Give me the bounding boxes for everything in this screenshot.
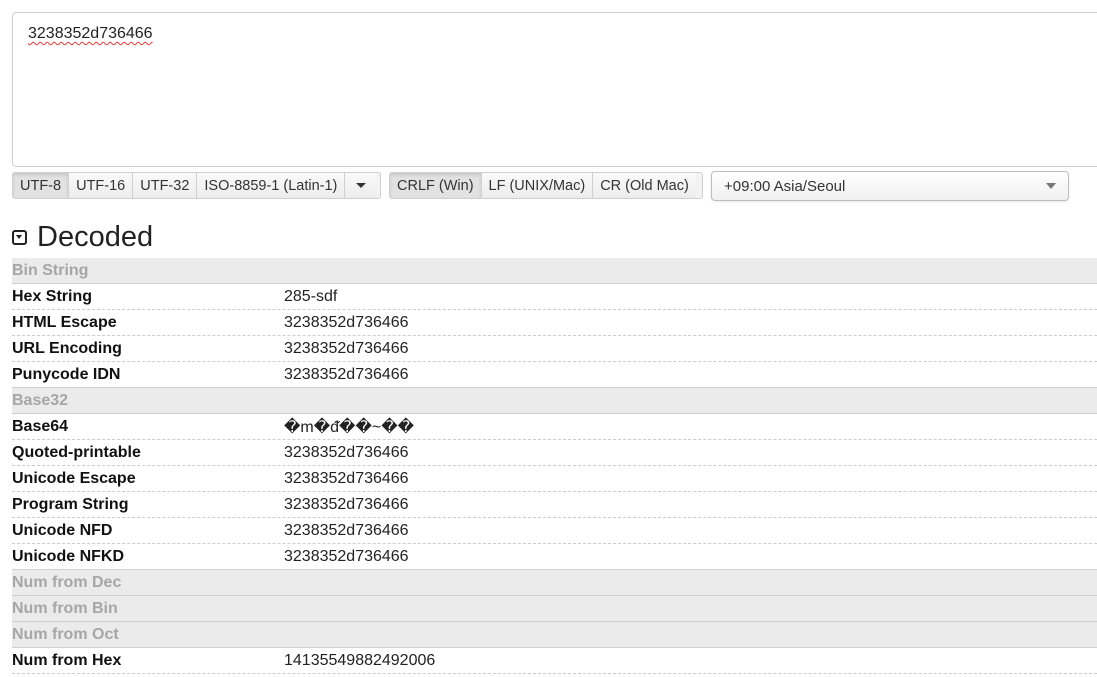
result-label[interactable]: Unicode NFKD bbox=[12, 548, 284, 566]
newline-cr-button[interactable]: CR (Old Mac) bbox=[593, 173, 696, 198]
result-label[interactable]: Base64 bbox=[12, 418, 284, 436]
result-row: HTML Escape 3238352d736466 bbox=[12, 310, 1097, 336]
encoding-latin1-button[interactable]: ISO-8859-1 (Latin-1) bbox=[197, 173, 346, 198]
result-value: 3238352d736466 bbox=[284, 365, 409, 383]
result-row: Num from Bin bbox=[12, 596, 1097, 622]
input-text: 3238352d736466 bbox=[28, 25, 153, 42]
newline-crlf-button[interactable]: CRLF (Win) bbox=[390, 173, 482, 198]
encoding-utf16-button[interactable]: UTF-16 bbox=[69, 173, 134, 198]
result-value: 3238352d736466 bbox=[284, 495, 409, 513]
section-title: Decoded bbox=[37, 220, 154, 253]
result-label[interactable]: HTML Escape bbox=[12, 314, 284, 332]
result-label[interactable]: Unicode Escape bbox=[12, 470, 284, 488]
result-value: 3238352d736466 bbox=[284, 443, 409, 461]
encoding-dropdown-button[interactable] bbox=[345, 173, 378, 198]
encoding-utf32-button[interactable]: UTF-32 bbox=[133, 173, 198, 198]
result-label[interactable]: Num from Hex bbox=[12, 652, 284, 670]
collapse-toggle-icon[interactable] bbox=[12, 229, 27, 245]
result-value: 3238352d736466 bbox=[284, 339, 409, 357]
result-label: Num from Oct bbox=[12, 625, 119, 643]
result-row: Bin String bbox=[12, 258, 1097, 284]
result-value: 3238352d736466 bbox=[284, 313, 409, 331]
input-textarea[interactable]: 3238352d736466 bbox=[12, 12, 1097, 167]
result-row: Num from Oct bbox=[12, 622, 1097, 648]
result-label: Bin String bbox=[12, 261, 89, 279]
decoded-results-list: Bin String Hex String 285-sdf HTML Escape 32… bbox=[12, 258, 1097, 674]
result-label: Num from Dec bbox=[12, 573, 122, 591]
result-row: Punycode IDN 3238352d736466 bbox=[12, 362, 1097, 388]
result-label[interactable]: Quoted-printable bbox=[12, 444, 284, 462]
result-value: 3238352d736466 bbox=[284, 521, 409, 539]
decoded-section-header[interactable]: Decoded bbox=[12, 220, 153, 254]
result-label[interactable]: Punycode IDN bbox=[12, 366, 284, 384]
result-value: �m�ᵭ��~�� bbox=[284, 418, 415, 436]
result-label: Base32 bbox=[12, 391, 69, 409]
encoding-button-group: UTF-8 UTF-16 UTF-32 ISO-8859-1 (Latin-1) bbox=[12, 172, 381, 199]
result-row: Base32 bbox=[12, 388, 1097, 414]
result-row: Quoted-printable 3238352d736466 bbox=[12, 440, 1097, 466]
result-value: 14135549882492006 bbox=[284, 651, 436, 669]
result-value: 3238352d736466 bbox=[284, 469, 409, 487]
caret-down-icon bbox=[356, 183, 367, 188]
newline-lf-button[interactable]: LF (UNIX/Mac) bbox=[481, 173, 594, 198]
result-row: Num from Dec bbox=[12, 570, 1097, 596]
result-label: Num from Bin bbox=[12, 599, 118, 617]
result-row: Unicode NFD 3238352d736466 bbox=[12, 518, 1097, 544]
result-row: Hex String 285-sdf bbox=[12, 284, 1097, 310]
result-label[interactable]: Program String bbox=[12, 496, 284, 514]
result-label[interactable]: Hex String bbox=[12, 288, 284, 306]
chevron-down-icon bbox=[1046, 183, 1056, 189]
result-row: URL Encoding 3238352d736466 bbox=[12, 336, 1097, 362]
result-label[interactable]: URL Encoding bbox=[12, 340, 284, 358]
result-label[interactable]: Unicode NFD bbox=[12, 522, 284, 540]
result-value: 285-sdf bbox=[284, 287, 338, 305]
result-row: Base64 �m�ᵭ��~�� bbox=[12, 414, 1097, 440]
result-row: Program String 3238352d736466 bbox=[12, 492, 1097, 518]
timezone-selected-value: +09:00 Asia/Seoul bbox=[724, 178, 846, 195]
newline-button-group: CRLF (Win) LF (UNIX/Mac) CR (Old Mac) bbox=[389, 172, 703, 199]
result-row: Unicode NFKD 3238352d736466 bbox=[12, 544, 1097, 570]
result-row: Num from Hex 14135549882492006 bbox=[12, 648, 1097, 674]
result-row: Unicode Escape 3238352d736466 bbox=[12, 466, 1097, 492]
encoding-utf8-button[interactable]: UTF-8 bbox=[13, 173, 70, 198]
timezone-select[interactable]: +09:00 Asia/Seoul bbox=[711, 171, 1069, 201]
result-value: 3238352d736466 bbox=[284, 547, 409, 565]
